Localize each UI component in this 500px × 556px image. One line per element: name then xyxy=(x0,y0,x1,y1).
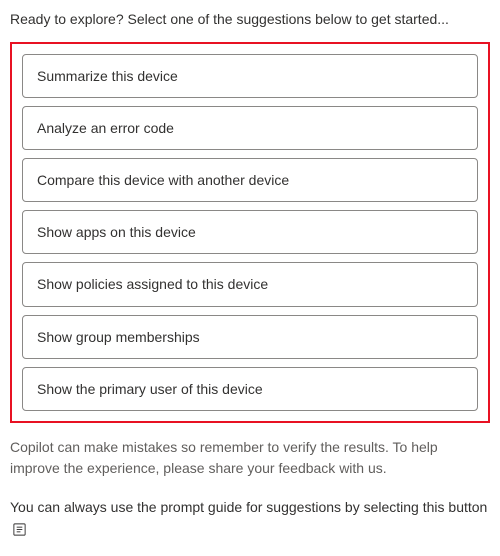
suggestions-container: Summarize this device Analyze an error c… xyxy=(10,42,490,423)
prompt-guide-label: You can always use the prompt guide for … xyxy=(10,499,487,515)
disclaimer-text: Copilot can make mistakes so remember to… xyxy=(10,437,490,479)
intro-text: Ready to explore? Select one of the sugg… xyxy=(10,10,490,30)
prompt-guide-text: You can always use the prompt guide for … xyxy=(10,497,490,539)
suggestion-show-primary-user[interactable]: Show the primary user of this device xyxy=(22,367,478,411)
suggestion-show-policies[interactable]: Show policies assigned to this device xyxy=(22,262,478,306)
suggestion-summarize-device[interactable]: Summarize this device xyxy=(22,54,478,98)
prompt-guide-icon xyxy=(12,522,27,537)
suggestion-compare-device[interactable]: Compare this device with another device xyxy=(22,158,478,202)
suggestion-show-groups[interactable]: Show group memberships xyxy=(22,315,478,359)
suggestion-show-apps[interactable]: Show apps on this device xyxy=(22,210,478,254)
suggestion-analyze-error[interactable]: Analyze an error code xyxy=(22,106,478,150)
